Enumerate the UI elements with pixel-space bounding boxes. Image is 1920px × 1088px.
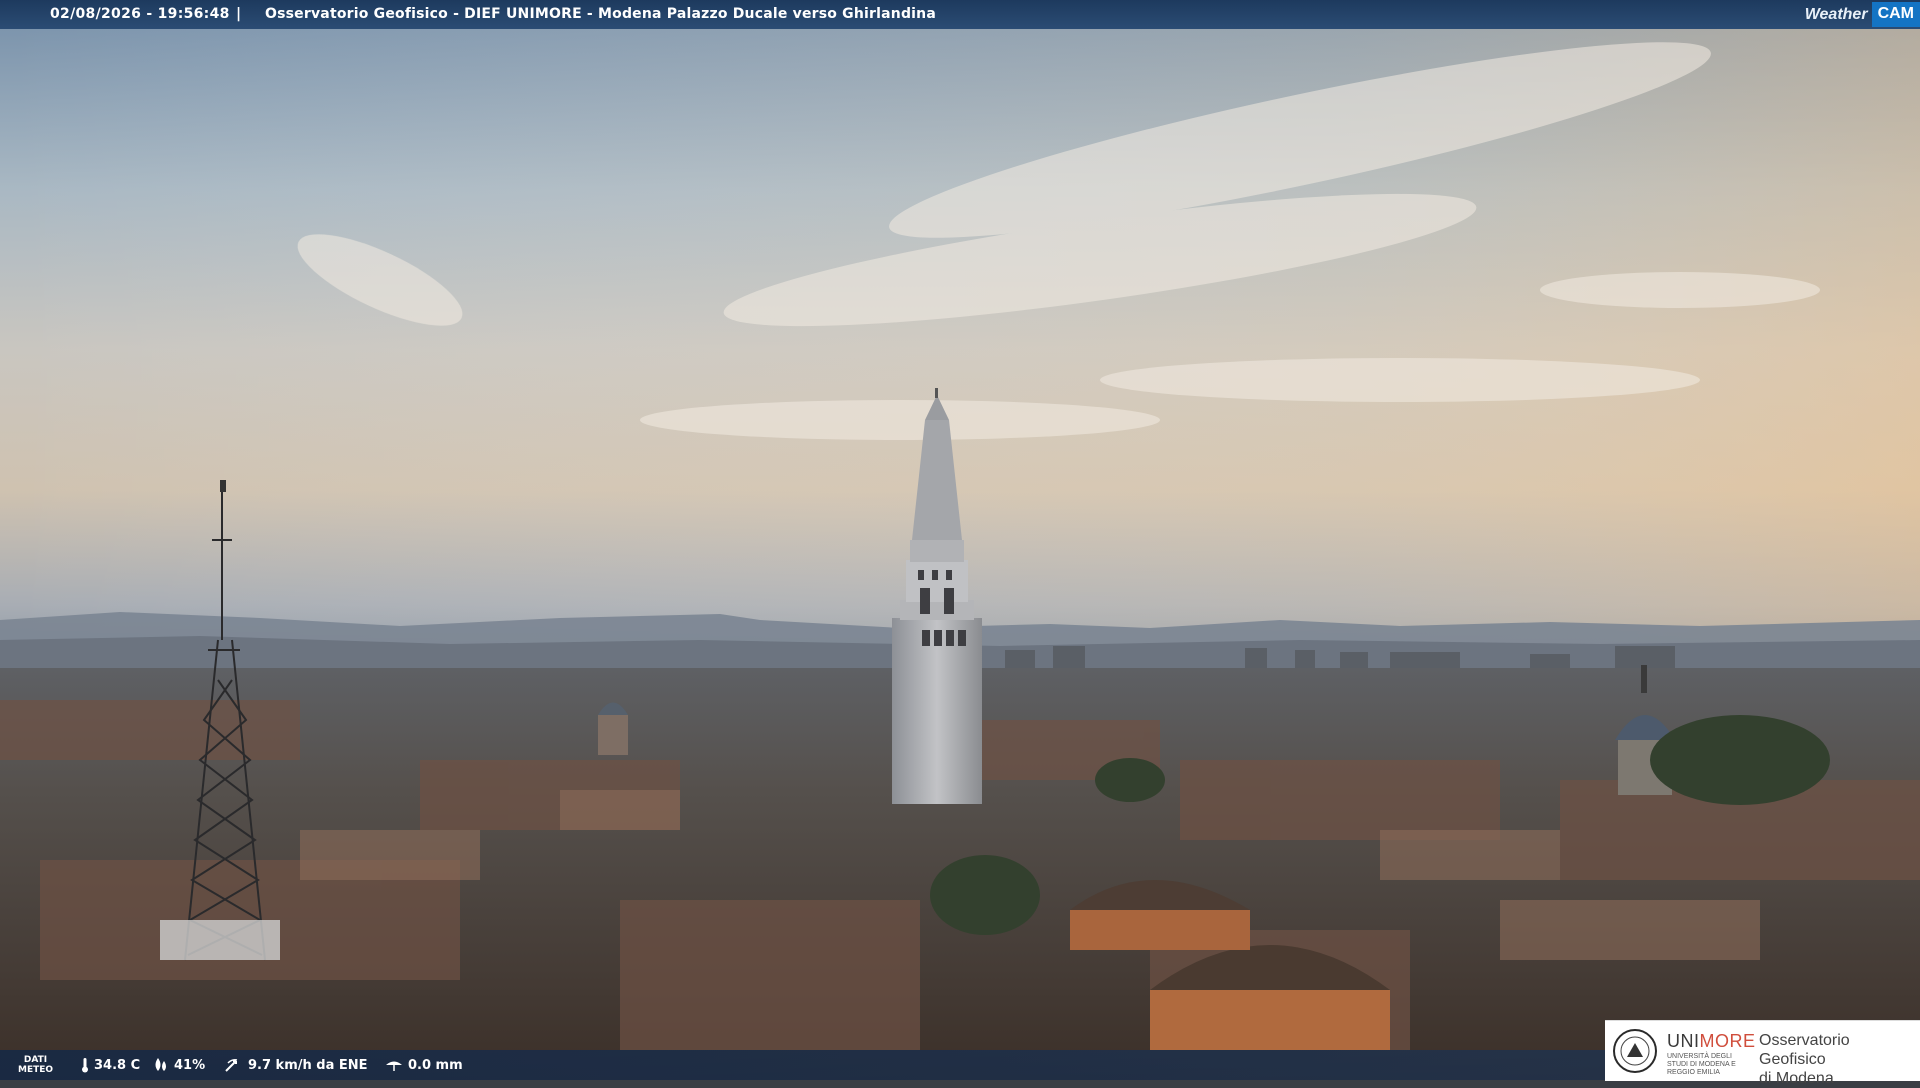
webcam-photo [0,29,1920,1080]
humidity-value: 41% [174,1057,206,1073]
wind-icon [225,1059,238,1072]
humidity-drop-icon [155,1058,166,1071]
unimore-subtitle: UNIVERSITÀ DEGLI STUDI DI MODENA E REGGI… [1667,1053,1736,1076]
header-separator: | [236,6,242,22]
observatory-name-line1: Osservatorio Geofisico [1759,1032,1850,1068]
wind-reading: 9.7 km/h da ENE [224,1057,368,1073]
weathercam-logo-word: Weather [1804,5,1868,23]
observatory-name-line2: di Modena [1759,1070,1834,1087]
unimore-wordmark-prefix: UNI [1667,1031,1700,1051]
unimore-wordmark: UNIMORE [1667,1031,1756,1052]
unimore-logo-box: UNIMORE UNIVERSITÀ DEGLI STUDI DI MODENA… [1605,1020,1920,1087]
camera-title: Osservatorio Geofisico - DIEF UNIMORE - … [265,6,936,22]
rain-gauge-icon [386,1061,402,1071]
rain-reading: 0.0 mm [384,1057,463,1073]
weather-data-label-line1: DATI [23,1055,48,1065]
thermometer-icon [82,1058,88,1073]
weather-data-bar: DATI METEO 34.8 C 41% 9.7 km/h da ENE 0.… [0,1050,1605,1080]
observatory-name: Osservatorio Geofisico di Modena [1759,1031,1920,1088]
wind-value: 9.7 km/h da ENE [248,1057,368,1073]
weathercam-logo-cam: CAM [1871,2,1920,27]
unimore-wordmark-suffix: MORE [1699,1031,1756,1051]
university-seal-icon [1613,1029,1657,1073]
temperature-reading: 34.8 C [80,1057,140,1073]
rain-value: 0.0 mm [408,1057,463,1073]
humidity-reading: 41% [152,1057,205,1073]
weathercam-logo: Weather CAM [1805,0,1920,29]
camera-header-bar: 02/08/2026 - 19:56:48 | Osservatorio Geo… [0,0,1920,29]
temperature-value: 34.8 C [94,1057,141,1073]
weather-data-label: DATI METEO [18,1055,53,1075]
timestamp: 02/08/2026 - 19:56:48 [50,6,230,22]
weather-data-label-line2: METEO [18,1065,54,1075]
